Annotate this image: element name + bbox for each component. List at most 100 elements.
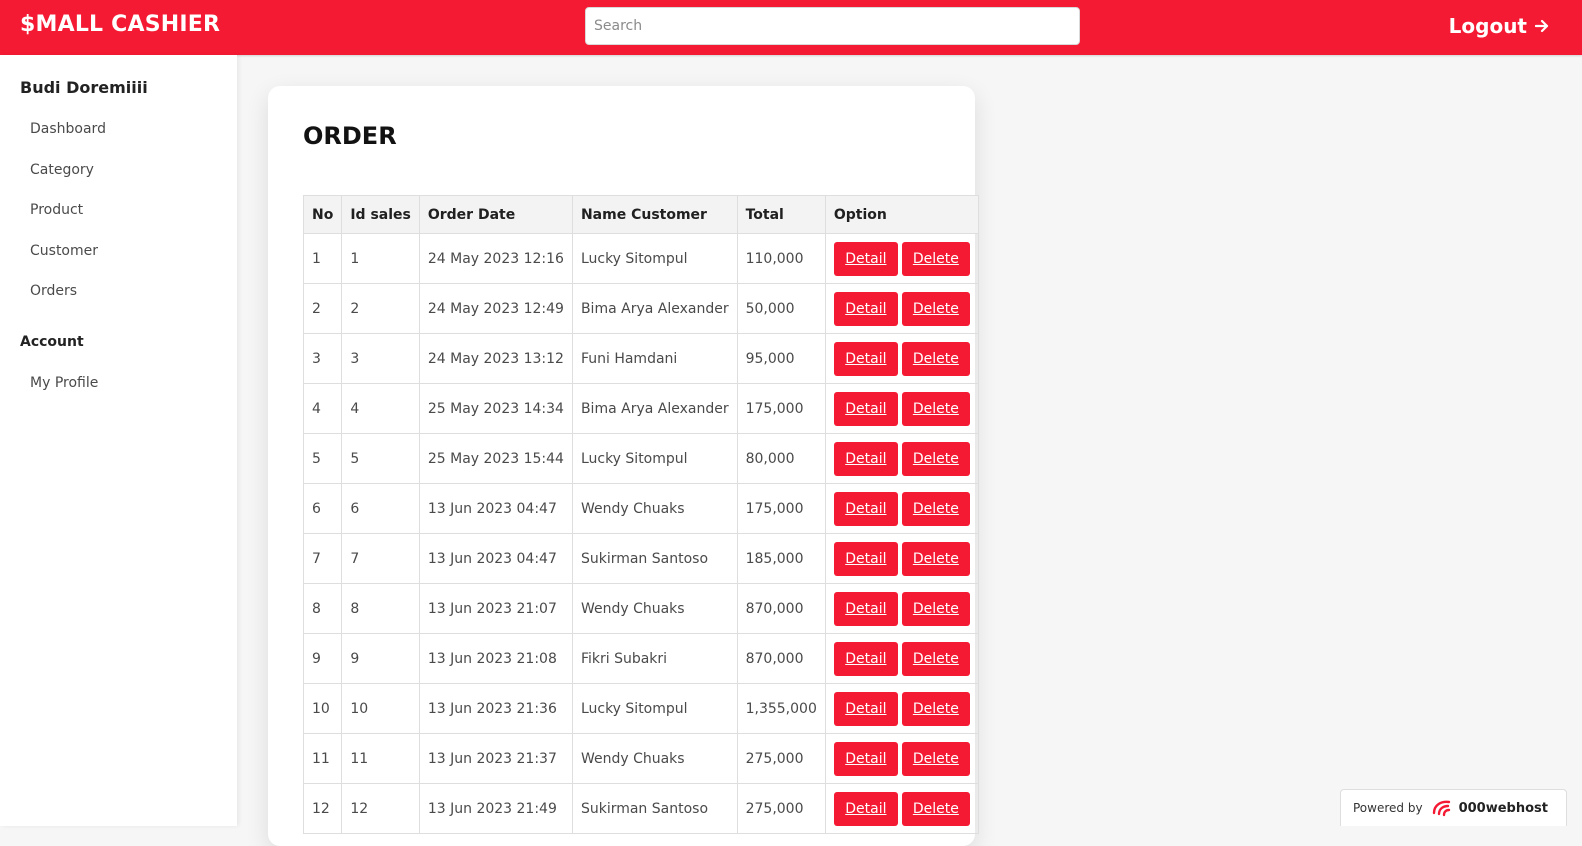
detail-button[interactable]: Detail [833,641,898,676]
logout-button[interactable]: Logout [1449,14,1549,38]
detail-button[interactable]: Detail [833,591,898,626]
detail-button[interactable]: Detail [833,291,898,326]
detail-button[interactable]: Detail [833,341,898,376]
cell-id-sales: 5 [341,433,420,484]
column-header-total: Total [736,195,826,234]
table-row: 12 12 13 Jun 2023 21:49 Sukirman Santoso 275… [302,783,979,834]
cell-no: 6 [302,483,343,534]
cell-id-sales: 7 [341,533,420,584]
cell-name-customer: Fikri Subakri [571,633,738,684]
cell-total: 185,000 [736,533,826,584]
sidebar-item-orders[interactable]: Orders [30,283,77,299]
cell-no: 8 [302,583,343,634]
detail-button[interactable]: Detail [833,241,898,276]
cell-id-sales: 9 [341,633,420,684]
delete-button[interactable]: Delete [901,741,970,776]
delete-button[interactable]: Delete [901,641,970,676]
cell-option: Detail Delete [824,583,979,634]
cell-option: Detail Delete [824,283,979,334]
cell-order-date: 25 May 2023 15:44 [418,433,573,484]
cell-name-customer: Lucky Sitompul [571,683,738,734]
cell-total: 110,000 [736,233,826,284]
delete-button[interactable]: Delete [901,591,970,626]
column-header-option: Option [824,195,979,234]
cell-name-customer: Wendy Chuaks [571,733,738,784]
sidebar-user-name: Budi Doremiiii [20,78,148,97]
delete-button[interactable]: Delete [901,291,970,326]
detail-button[interactable]: Detail [833,441,898,476]
table-row: 3 3 24 May 2023 13:12 Funi Hamdani 95,000 Det… [302,333,979,384]
table-row: 9 9 13 Jun 2023 21:08 Fikri Subakri 870,000 D… [302,633,979,684]
cell-name-customer: Funi Hamdani [571,333,738,384]
table-row: 5 5 25 May 2023 15:44 Lucky Sitompul 80,000 D… [302,433,979,484]
cell-id-sales: 2 [341,283,420,334]
detail-button[interactable]: Detail [833,691,898,726]
brand-logo[interactable]: $MALL CASHIER [20,12,220,37]
column-header-no: No [302,195,343,234]
detail-button[interactable]: Detail [833,491,898,526]
delete-button[interactable]: Delete [901,341,970,376]
cell-id-sales: 10 [341,683,420,734]
table-row: 10 10 13 Jun 2023 21:36 Lucky Sitompul 1,355… [302,683,979,734]
table-row: 8 8 13 Jun 2023 21:07 Wendy Chuaks 870,000 De… [302,583,979,634]
cell-total: 870,000 [736,633,826,684]
page-title: ORDER [303,122,397,150]
table-row: 11 11 13 Jun 2023 21:37 Wendy Chuaks 275,000… [302,733,979,784]
cell-name-customer: Wendy Chuaks [571,483,738,534]
cell-id-sales: 11 [341,733,420,784]
detail-button[interactable]: Detail [833,391,898,426]
cell-no: 3 [302,333,343,384]
sidebar-item-customer[interactable]: Customer [30,243,98,259]
delete-button[interactable]: Delete [901,391,970,426]
cell-order-date: 13 Jun 2023 21:36 [418,683,573,734]
detail-button[interactable]: Detail [833,541,898,576]
cell-total: 175,000 [736,483,826,534]
cell-order-date: 13 Jun 2023 21:08 [418,633,573,684]
sidebar-section-account: Account [20,334,84,350]
hosting-badge[interactable]: Powered by 000webhost [1340,789,1567,826]
cell-total: 275,000 [736,783,826,834]
delete-button[interactable]: Delete [901,691,970,726]
cell-id-sales: 6 [341,483,420,534]
cell-name-customer: Wendy Chuaks [571,583,738,634]
cell-order-date: 24 May 2023 13:12 [418,333,573,384]
cell-no: 5 [302,433,343,484]
cell-id-sales: 4 [341,383,420,434]
cell-name-customer: Lucky Sitompul [571,433,738,484]
logout-label: Logout [1448,14,1527,38]
cell-option: Detail Delete [824,433,979,484]
cell-id-sales: 8 [341,583,420,634]
column-header-id-sales: Id sales [341,195,420,234]
delete-button[interactable]: Delete [901,791,970,826]
sidebar-item-my-profile[interactable]: My Profile [30,375,98,391]
cell-option: Detail Delete [824,783,979,834]
cell-option: Detail Delete [824,483,979,534]
cell-option: Detail Delete [824,233,979,284]
search-input[interactable] [585,7,1080,45]
column-header-name-customer: Name Customer [571,195,738,234]
delete-button[interactable]: Delete [901,241,970,276]
cell-order-date: 13 Jun 2023 21:37 [418,733,573,784]
table-row: 4 4 25 May 2023 14:34 Bima Arya Alexander 17… [302,383,979,434]
cell-id-sales: 3 [341,333,420,384]
arrow-right-icon [1535,19,1549,33]
cell-no: 7 [302,533,343,584]
table-row: 2 2 24 May 2023 12:49 Bima Arya Alexander 50… [302,283,979,334]
sidebar-item-dashboard[interactable]: Dashboard [30,121,106,137]
cell-option: Detail Delete [824,633,979,684]
delete-button[interactable]: Delete [901,491,970,526]
delete-button[interactable]: Delete [901,541,970,576]
sidebar-item-category[interactable]: Category [30,162,94,178]
cell-id-sales: 12 [341,783,420,834]
cell-name-customer: Sukirman Santoso [571,783,738,834]
detail-button[interactable]: Detail [833,741,898,776]
cell-order-date: 24 May 2023 12:16 [418,233,573,284]
cell-option: Detail Delete [824,683,979,734]
cell-no: 2 [302,283,343,334]
cell-order-date: 13 Jun 2023 04:47 [418,483,573,534]
sidebar-item-product[interactable]: Product [30,202,83,218]
cell-total: 95,000 [736,333,826,384]
cell-order-date: 13 Jun 2023 04:47 [418,533,573,584]
detail-button[interactable]: Detail [833,791,898,826]
delete-button[interactable]: Delete [901,441,970,476]
